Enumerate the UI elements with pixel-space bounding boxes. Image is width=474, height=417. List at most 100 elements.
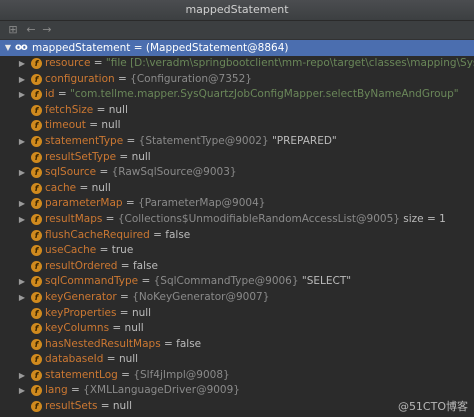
field-icon: f [31, 229, 42, 241]
field-icon: f [31, 354, 42, 366]
field-name: lang [45, 384, 68, 397]
field-name: timeout [45, 119, 86, 132]
field-value: null [91, 181, 111, 194]
collapse-arrow-icon[interactable]: ▼ [4, 40, 12, 56]
expand-arrow-icon[interactable]: ▶ [18, 274, 26, 290]
field-value: {Collections$UnmodifiableRandomAccessLis… [117, 212, 400, 225]
field-value: null [112, 400, 133, 413]
field-name: sqlSource [45, 166, 97, 179]
expand-arrow-icon[interactable]: ▶ [18, 368, 26, 384]
field-extra: "SELECT" [301, 275, 352, 288]
field-icon: f [31, 291, 42, 303]
evaluate-toolbar: ⊞ ← → [0, 21, 474, 40]
field-name: statementType [45, 134, 124, 147]
field-name: parameterMap [45, 197, 123, 210]
field-value: null [131, 306, 152, 319]
tree-row-fetchSize[interactable]: f fetchSize = null [0, 103, 474, 119]
tree-row-resultSetType[interactable]: f resultSetType = null [0, 150, 474, 166]
tree-row-cache[interactable]: f cache = null [0, 181, 474, 197]
field-icon: f [31, 213, 42, 225]
expand-arrow-icon[interactable]: ▶ [18, 212, 26, 228]
watermark: @51CTO博客 [397, 400, 468, 413]
tree-row-resultOrdered[interactable]: f resultOrdered = false [0, 259, 474, 275]
field-icon: f [31, 369, 42, 381]
field-value: {RawSqlSource@9003} [111, 166, 237, 179]
root-name: mappedStatement [32, 42, 131, 54]
expand-arrow-icon[interactable]: ▶ [18, 196, 26, 212]
tree-row-databaseId[interactable]: f databaseId = null [0, 352, 474, 368]
field-value: true [111, 244, 134, 257]
tree-root-row[interactable]: ▼ oo mappedStatement = (MappedStatement@… [0, 40, 474, 56]
field-name: flushCacheRequired [45, 228, 150, 241]
tree-row-flushCacheRequired[interactable]: f flushCacheRequired = false [0, 228, 474, 244]
field-icon: f [31, 385, 42, 397]
expand-arrow-icon[interactable]: ▶ [18, 134, 26, 150]
tree-row-parameterMap[interactable]: ▶ f parameterMap = {ParameterMap@9004} [0, 196, 474, 212]
field-icon: f [31, 338, 42, 350]
field-value: {XMLLanguageDriver@9009} [83, 384, 240, 397]
field-name: keyGenerator [45, 290, 117, 303]
field-value: null [118, 353, 139, 366]
field-icon: f [31, 276, 42, 288]
field-value: null [124, 322, 144, 335]
field-list: ▶ f resource = "file [D:\veradm\springboot… [0, 56, 474, 415]
root-value: (MappedStatement@8864) [145, 42, 289, 54]
expand-arrow-icon[interactable]: ▶ [18, 290, 26, 306]
field-name: id [45, 88, 55, 101]
expand-arrow-icon[interactable]: ▶ [18, 165, 26, 181]
field-value: {NoKeyGenerator@9007} [132, 290, 270, 303]
back-arrow-icon[interactable]: ← [24, 23, 38, 37]
tree-row-statementType[interactable]: ▶ f statementType = {StatementType@9002} "… [0, 134, 474, 150]
field-icon: f [31, 198, 42, 210]
field-name: resultOrdered [45, 259, 118, 272]
field-icon: f [31, 167, 42, 179]
watch-infinity-icon: oo [15, 42, 28, 53]
field-value: "com.tellme.mapper.SysQuartzJobConfigMap… [70, 88, 459, 101]
field-name: resultSets [45, 400, 98, 413]
field-name: configuration [45, 72, 115, 85]
forward-arrow-icon[interactable]: → [40, 23, 54, 37]
variables-tree[interactable]: ▼ oo mappedStatement = (MappedStatement@… [0, 40, 474, 417]
tree-row-lang[interactable]: ▶ f lang = {XMLLanguageDriver@9009} [0, 383, 474, 399]
tree-row-useCache[interactable]: f useCache = true [0, 243, 474, 259]
field-icon: f [31, 104, 42, 116]
field-icon: f [31, 260, 42, 272]
field-value: {ParameterMap@9004} [138, 197, 266, 210]
field-value: false [165, 228, 191, 241]
field-value: null [101, 119, 121, 132]
tree-row-keyGenerator[interactable]: ▶ f keyGenerator = {NoKeyGenerator@9007} [0, 290, 474, 306]
field-extra: "PREPARED" [271, 134, 337, 147]
tree-row-keyColumns[interactable]: f keyColumns = null [0, 321, 474, 337]
tree-row-timeout[interactable]: f timeout = null [0, 118, 474, 134]
expand-arrow-icon[interactable]: ▶ [18, 56, 26, 72]
field-icon: f [31, 323, 42, 335]
tree-row-statementLog[interactable]: ▶ f statementLog = {Slf4jImpl@9008} [0, 368, 474, 384]
field-name: fetchSize [45, 103, 94, 116]
tree-row-keyProperties[interactable]: f keyProperties = null [0, 306, 474, 322]
expand-icon[interactable]: ⊞ [6, 23, 20, 37]
tree-row-sqlCommandType[interactable]: ▶ f sqlCommandType = {SqlCommandType@9006}… [0, 274, 474, 290]
tree-row-configuration[interactable]: ▶ f configuration = {Configuration@7352} [0, 72, 474, 88]
field-icon: f [31, 135, 42, 147]
field-name: sqlCommandType [45, 275, 139, 288]
field-name: useCache [45, 244, 97, 257]
field-value: null [131, 150, 151, 163]
tree-row-resource[interactable]: ▶ f resource = "file [D:\veradm\springboot… [0, 56, 474, 72]
field-value: {StatementType@9002} [138, 134, 269, 147]
tree-row-id[interactable]: ▶ f id = "com.tellme.mapper.SysQuartzJobCo… [0, 87, 474, 103]
field-name: resultSetType [45, 150, 117, 163]
field-name: databaseId [45, 353, 104, 366]
field-name: keyColumns [45, 322, 110, 335]
tree-row-sqlSource[interactable]: ▶ f sqlSource = {RawSqlSource@9003} [0, 165, 474, 181]
field-name: keyProperties [45, 306, 117, 319]
expand-arrow-icon[interactable]: ▶ [18, 87, 26, 103]
window-title-bar: mappedStatement [0, 0, 474, 21]
field-name: statementLog [45, 368, 118, 381]
tree-row-resultMaps[interactable]: ▶ f resultMaps = {Collections$Unmodifiable… [0, 212, 474, 228]
expand-arrow-icon[interactable]: ▶ [18, 72, 26, 88]
expand-arrow-icon[interactable]: ▶ [18, 383, 26, 399]
field-icon: f [31, 245, 42, 257]
field-value: {SqlCommandType@9006} [153, 275, 299, 288]
field-icon: f [31, 58, 42, 69]
tree-row-hasNestedResultMaps[interactable]: f hasNestedResultMaps = false [0, 337, 474, 353]
